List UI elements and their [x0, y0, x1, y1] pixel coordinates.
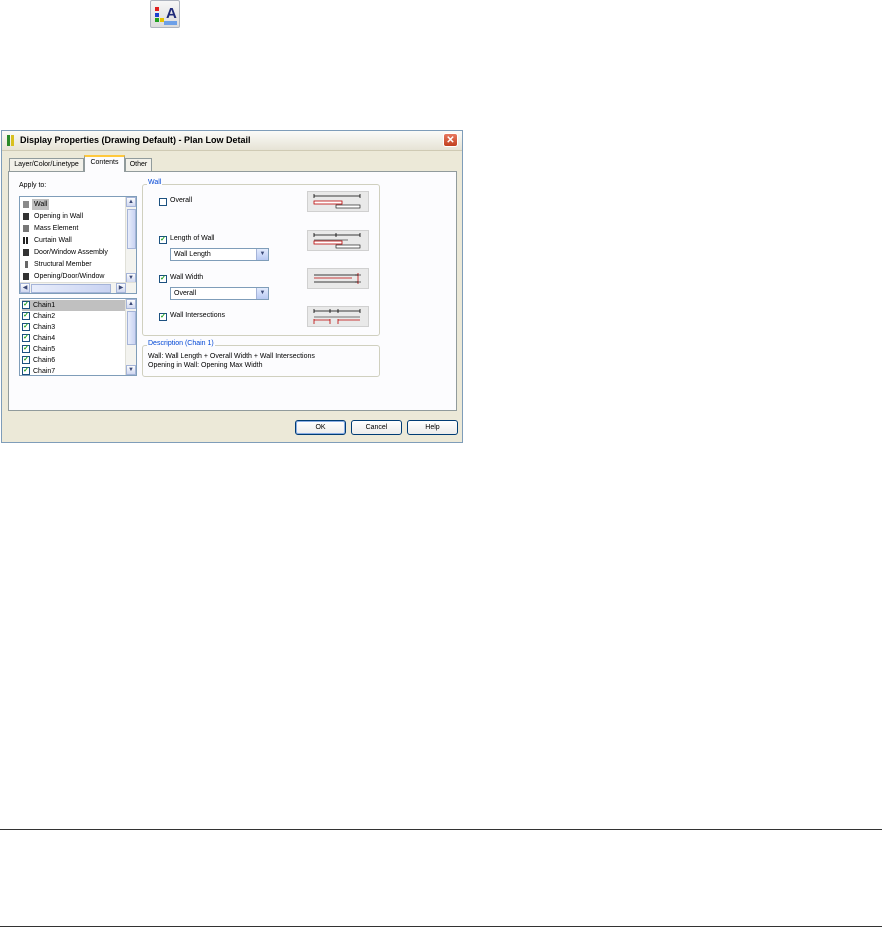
chain-checkbox[interactable]: ✓ — [22, 301, 30, 309]
door-window-assembly-icon — [23, 249, 29, 256]
list-item[interactable]: ✓ Chain1 — [22, 300, 125, 311]
select-value: Wall Length — [174, 251, 211, 258]
close-button[interactable]: ✕ — [443, 133, 458, 147]
description-group-label: Description (Chain 1) — [147, 340, 215, 347]
ok-button[interactable]: OK — [295, 420, 346, 435]
list-item-label: Curtain Wall — [34, 237, 72, 244]
opening-icon — [23, 213, 29, 220]
chain-checkbox[interactable]: ✓ — [22, 312, 30, 320]
list-item-label: Structural Member — [34, 261, 92, 268]
tab-label: Other — [129, 161, 148, 168]
letter-a-glyph: A — [166, 5, 177, 22]
list-item-label: Mass Element — [34, 225, 79, 232]
length-of-wall-select[interactable]: Wall Length ▼ — [170, 248, 269, 261]
list-item-label: Wall — [32, 199, 50, 210]
chain-checkbox[interactable]: ✓ — [22, 345, 30, 353]
structural-member-icon — [25, 261, 28, 268]
overall-label: Overall — [170, 197, 193, 204]
list-item-label: Chain3 — [33, 324, 56, 331]
wall-icon — [23, 201, 29, 208]
blue-square-icon — [155, 13, 159, 17]
dialog-title: Display Properties (Drawing Default) - P… — [20, 135, 251, 145]
tab-other[interactable]: Other — [125, 158, 152, 171]
app-icon — [7, 135, 14, 146]
apply-to-list[interactable]: Wall Opening in Wall Mass Element Curtai… — [19, 196, 137, 294]
intersections-diagram-icon — [313, 309, 361, 324]
list-item-label: Chain7 — [33, 368, 56, 375]
length-of-wall-label: Length of Wall — [170, 235, 215, 242]
help-button[interactable]: Help — [407, 420, 458, 435]
overall-preview — [307, 191, 369, 212]
opening-door-window-icon — [23, 273, 29, 280]
green-square-icon — [155, 18, 159, 22]
wall-intersections-label: Wall Intersections — [170, 312, 225, 319]
length-diagram-icon — [313, 233, 361, 249]
chain-checkbox[interactable]: ✓ — [22, 367, 30, 375]
red-square-icon — [155, 7, 159, 11]
description-line-2: Opening in Wall: Opening Max Width — [148, 362, 263, 369]
chevron-down-icon[interactable]: ▼ — [256, 288, 268, 299]
apply-to-hscroll[interactable]: ◀ ▶ — [20, 282, 136, 293]
tab-label: Layer/Color/Linetype — [14, 161, 79, 168]
chains-list[interactable]: ✓ Chain1 ✓ Chain2 ✓ Chain3 ✓ Chain4 ✓ Chain5 … — [19, 298, 137, 376]
hscroll-thumb[interactable] — [31, 284, 111, 293]
chain-checkbox[interactable]: ✓ — [22, 334, 30, 342]
blue-bar-glyph — [164, 21, 177, 25]
wall-width-checkbox[interactable]: ✓ — [159, 275, 167, 283]
display-properties-dialog: Display Properties (Drawing Default) - P… — [1, 130, 463, 443]
list-item-label: Chain2 — [33, 313, 56, 320]
list-item-label: Chain1 — [33, 302, 56, 309]
apply-to-label: Apply to: — [19, 182, 47, 189]
display-properties-icon[interactable]: A — [150, 0, 180, 28]
apply-to-vscroll[interactable]: ▲ ▼ — [125, 197, 136, 283]
list-item-label: Opening/Door/Window — [34, 273, 105, 280]
list-item-label: Chain6 — [33, 357, 56, 364]
overall-checkbox[interactable] — [159, 198, 167, 206]
description-line-1: Wall: Wall Length + Overall Width + Wall… — [148, 353, 315, 360]
wall-width-select[interactable]: Overall ▼ — [170, 287, 269, 300]
length-of-wall-preview — [307, 230, 369, 251]
length-of-wall-checkbox[interactable]: ✓ — [159, 236, 167, 244]
list-item-label: Opening in Wall — [34, 213, 84, 220]
dialog-titlebar[interactable]: Display Properties (Drawing Default) - P… — [2, 131, 462, 151]
close-icon: ✕ — [446, 135, 455, 146]
tab-layer-color-linetype[interactable]: Layer/Color/Linetype — [9, 158, 84, 171]
width-diagram-icon — [314, 273, 361, 284]
scroll-up-button[interactable]: ▲ — [126, 299, 136, 309]
list-item-label: Door/Window Assembly — [34, 249, 108, 256]
scroll-left-button[interactable]: ◀ — [20, 283, 30, 293]
mass-element-icon — [23, 225, 29, 232]
scroll-up-button[interactable]: ▲ — [126, 197, 136, 207]
list-item-label: Chain4 — [33, 335, 56, 342]
chains-vscroll[interactable]: ▲ ▼ — [125, 299, 136, 375]
horizontal-rule-top — [0, 829, 882, 830]
overall-diagram-icon — [313, 194, 361, 209]
wall-group-label: Wall — [147, 179, 163, 186]
select-value: Overall — [174, 290, 197, 297]
cancel-button[interactable]: Cancel — [351, 420, 402, 435]
contents-panel: Apply to: Wall Opening in Wall Mass Elem… — [8, 171, 457, 411]
scroll-right-button[interactable]: ▶ — [116, 283, 126, 293]
tab-contents[interactable]: Contents — [84, 155, 125, 172]
wall-intersections-checkbox[interactable]: ✓ — [159, 313, 167, 321]
chain-checkbox[interactable]: ✓ — [22, 323, 30, 331]
wall-width-label: Wall Width — [170, 274, 204, 281]
chevron-down-icon[interactable]: ▼ — [256, 249, 268, 260]
scroll-down-button[interactable]: ▼ — [126, 365, 136, 375]
tab-label: Contents — [90, 159, 119, 166]
wall-intersections-preview — [307, 306, 369, 327]
list-item-label: Chain5 — [33, 346, 56, 353]
scroll-thumb[interactable] — [127, 311, 136, 345]
wall-width-preview — [307, 268, 369, 289]
curtain-wall-icon — [23, 237, 29, 244]
chain-checkbox[interactable]: ✓ — [22, 356, 30, 364]
scroll-thumb[interactable] — [127, 209, 136, 249]
description-groupbox — [142, 345, 380, 377]
